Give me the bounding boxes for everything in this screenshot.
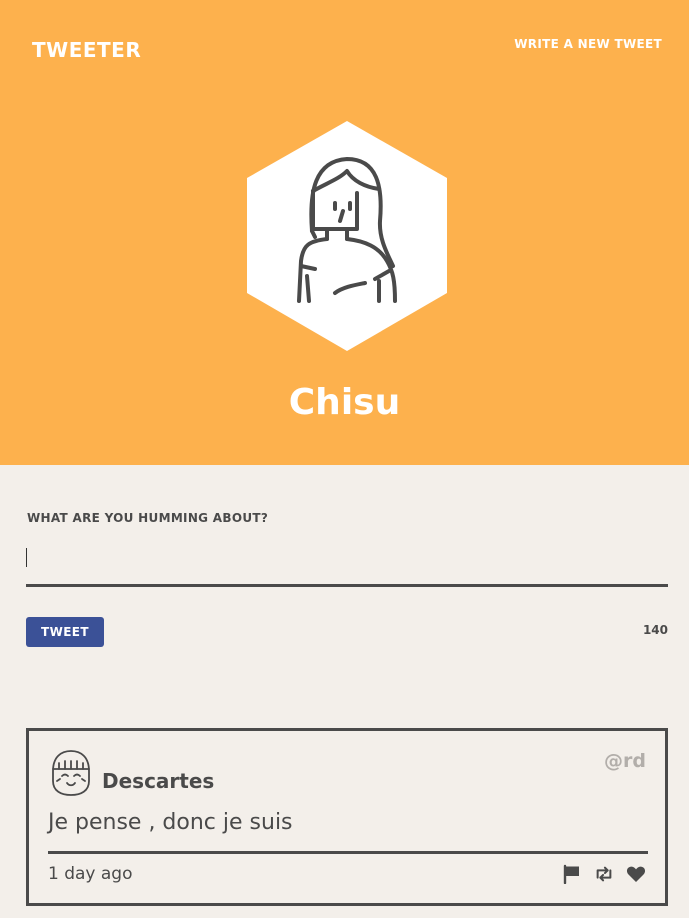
tweet-text: Je pense , donc je suis bbox=[48, 810, 293, 835]
tweet-author: Descartes bbox=[102, 769, 215, 793]
profile-name: Chisu bbox=[288, 382, 401, 423]
profile-avatar bbox=[247, 121, 447, 351]
heart-icon[interactable] bbox=[626, 864, 646, 884]
text-caret bbox=[26, 548, 27, 567]
write-new-tweet-link[interactable]: WRITE A NEW TWEET bbox=[514, 37, 662, 51]
compose-input[interactable] bbox=[26, 540, 668, 587]
tweet-actions bbox=[562, 864, 646, 884]
tweet-card: Descartes @rd Je pense , donc je suis 1 … bbox=[26, 728, 668, 906]
profile-header: TWEETER WRITE A NEW TWEET Chisu bbox=[0, 0, 689, 465]
tweet-timestamp: 1 day ago bbox=[48, 864, 133, 884]
tweet-handle: @rd bbox=[604, 750, 646, 772]
compose-label: WHAT ARE YOU HUMMING ABOUT? bbox=[27, 511, 269, 525]
author-avatar-icon bbox=[52, 750, 90, 796]
brand-logo[interactable]: TWEETER bbox=[32, 38, 141, 62]
retweet-icon[interactable] bbox=[594, 864, 614, 884]
tweet-divider bbox=[48, 851, 648, 854]
tweet-button[interactable]: TWEET bbox=[26, 617, 104, 647]
character-counter: 140 bbox=[642, 623, 668, 637]
flag-icon[interactable] bbox=[562, 864, 582, 884]
